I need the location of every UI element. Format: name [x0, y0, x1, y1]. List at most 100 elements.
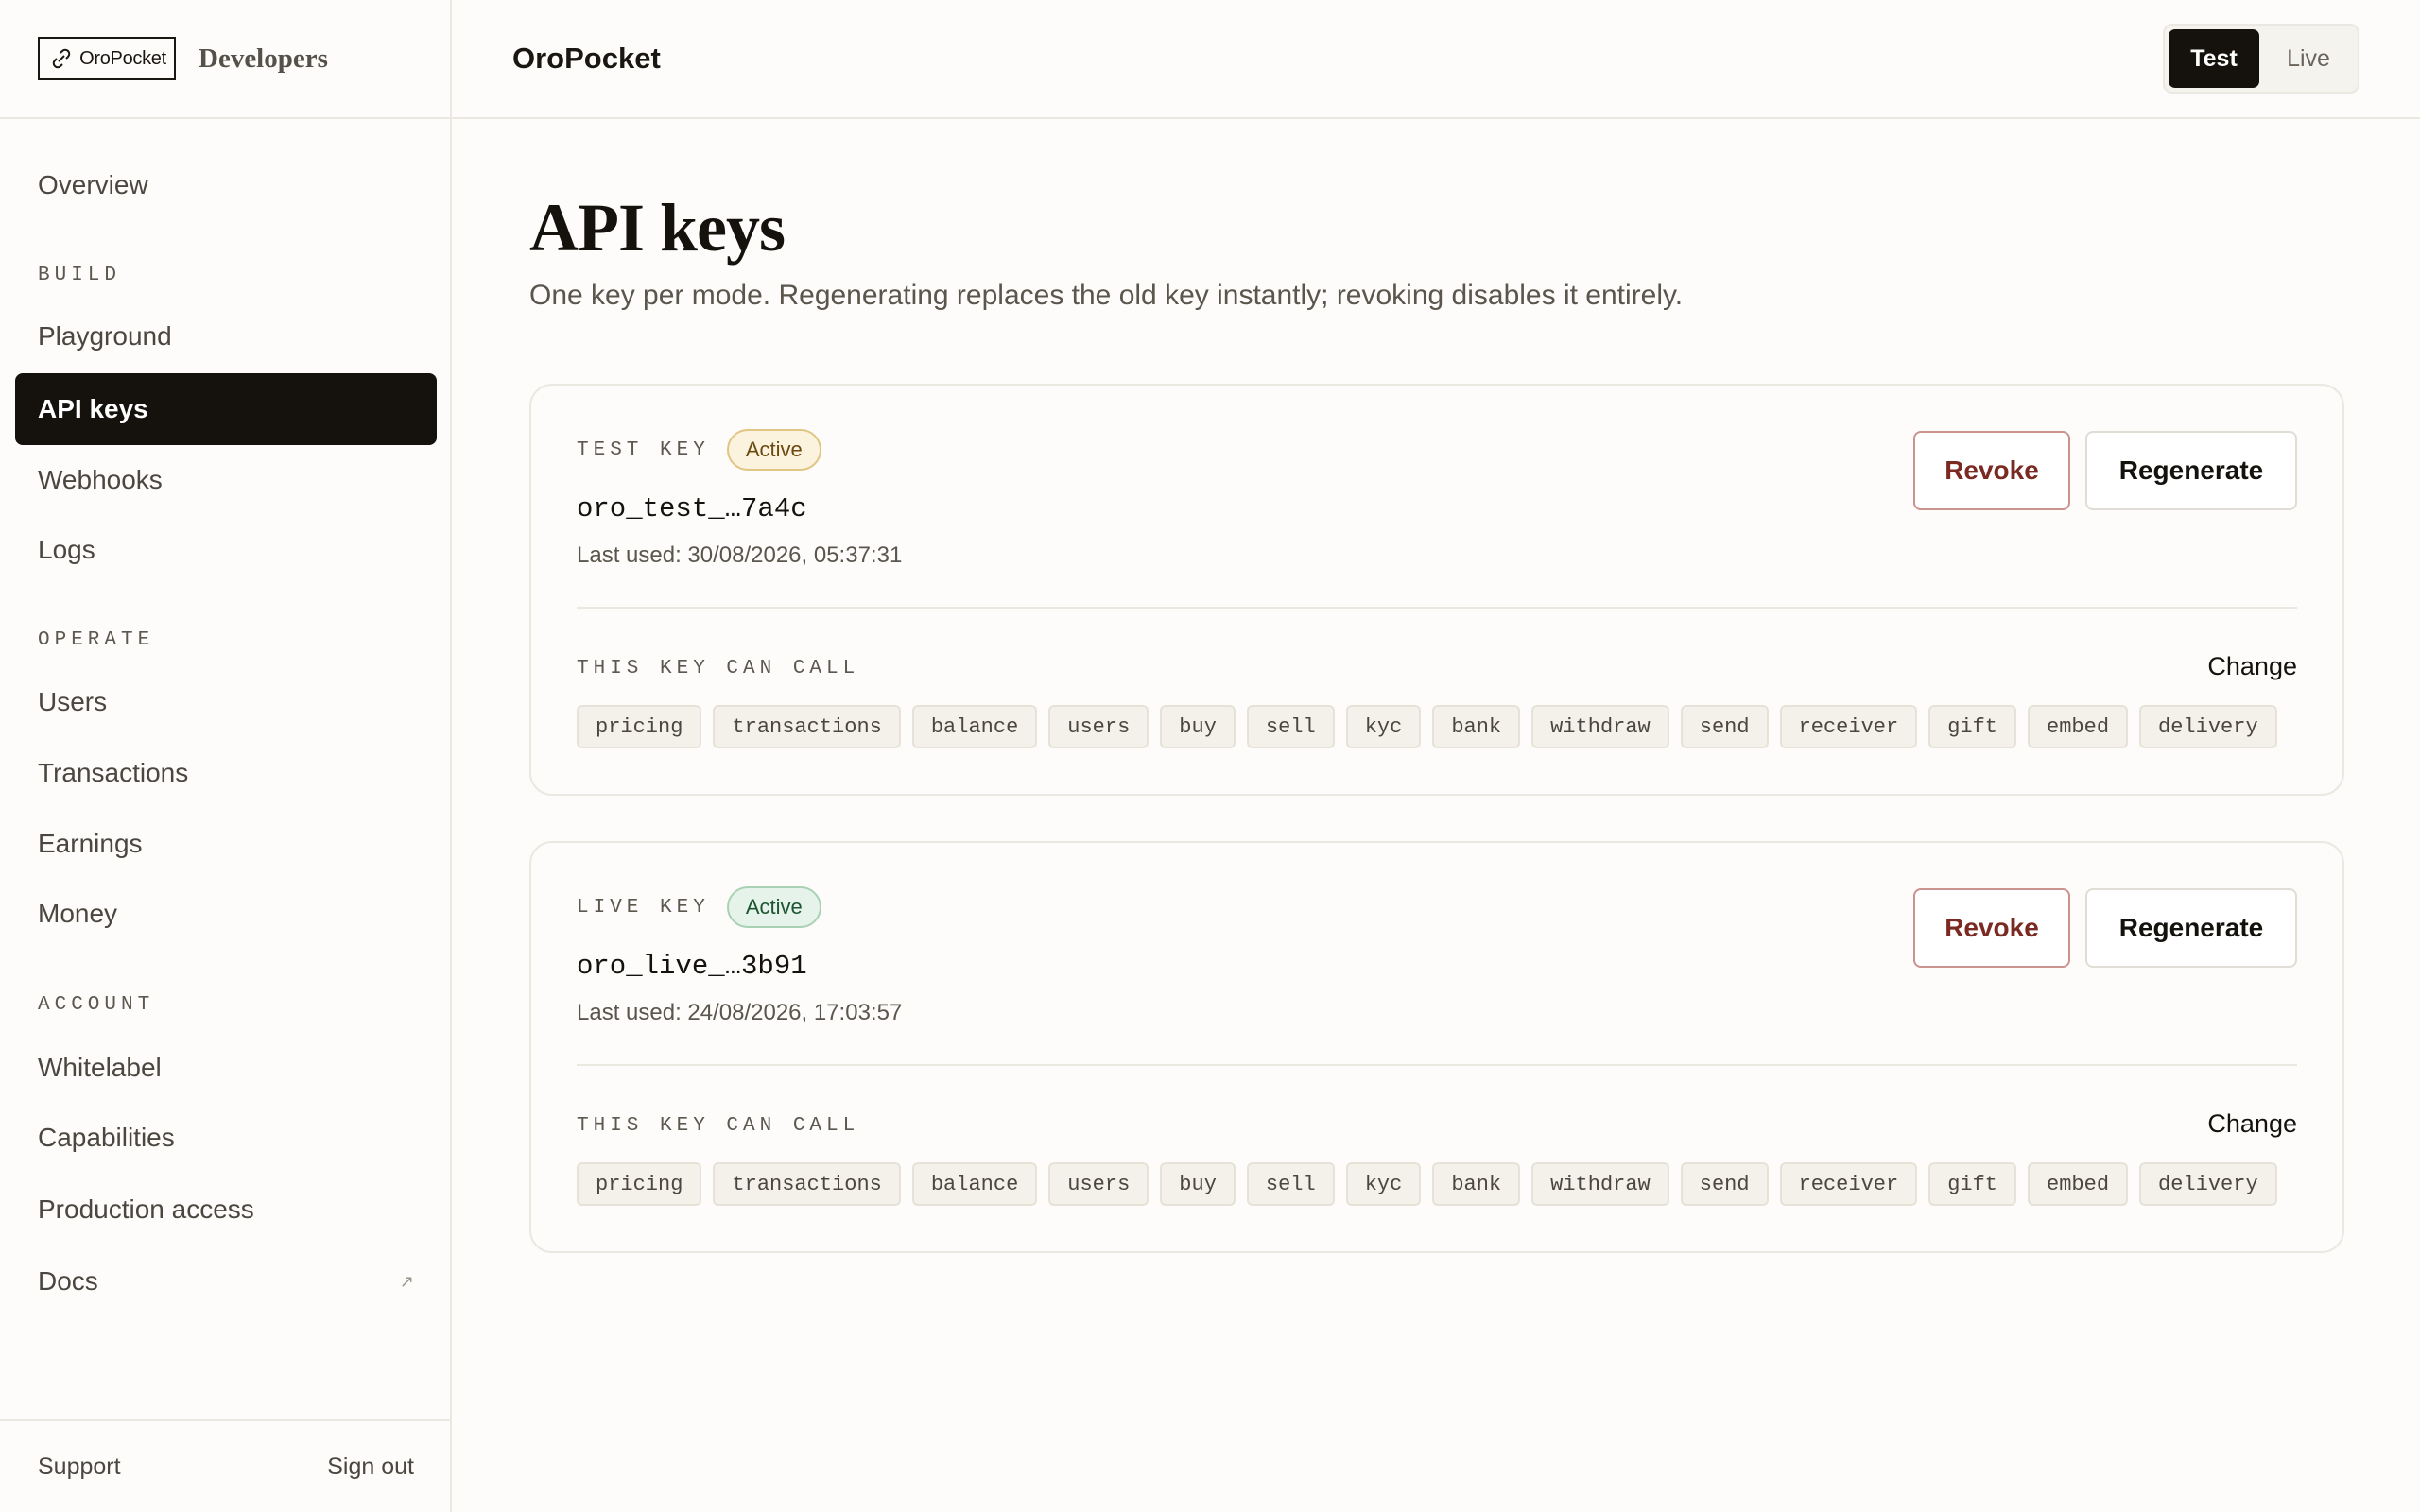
top-bar: OroPocket Test Live	[452, 0, 2420, 119]
sidebar-item-transactions[interactable]: Transactions	[15, 737, 437, 809]
sidebar-item-api-keys[interactable]: API keys	[15, 373, 437, 445]
mode-toggle: Test Live	[2163, 24, 2360, 94]
scope-chip: bank	[1432, 705, 1521, 748]
scope-chip: delivery	[2139, 1162, 2277, 1206]
page-title: API keys	[529, 190, 786, 266]
link-chain-icon	[52, 48, 71, 69]
scope-chip: embed	[2028, 705, 2129, 748]
section-label-operate: OPERATE	[38, 629, 155, 651]
sidebar-item-label: Money	[38, 899, 118, 928]
sidebar-footer: Support Sign out	[0, 1419, 452, 1512]
sidebar-item-production-access[interactable]: Production access	[15, 1174, 437, 1246]
sidebar-item-label: Production access	[38, 1194, 254, 1224]
sidebar-item-label: Transactions	[38, 758, 189, 787]
sidebar-item-capabilities[interactable]: Capabilities	[15, 1102, 437, 1174]
external-link-icon: ↗	[399, 1271, 414, 1291]
divider	[577, 607, 2297, 609]
sidebar-item-docs[interactable]: Docs ↗	[15, 1246, 437, 1317]
scope-chip: transactions	[713, 705, 901, 748]
sidebar-item-label: Whitelabel	[38, 1053, 162, 1082]
key-actions: Revoke Regenerate	[1913, 888, 2297, 968]
scope-chip: kyc	[1345, 705, 1422, 748]
sidebar-item-label: Overview	[38, 170, 148, 199]
sidebar-item-users[interactable]: Users	[15, 666, 437, 738]
revoke-button[interactable]: Revoke	[1913, 431, 2070, 510]
sidebar-item-label: Playground	[38, 321, 172, 351]
scope-chip: send	[1680, 1162, 1769, 1206]
key-actions: Revoke Regenerate	[1913, 431, 2297, 510]
logo-text: OroPocket	[79, 47, 166, 69]
scope-chip: buy	[1160, 705, 1236, 748]
scope-chip: sell	[1246, 705, 1335, 748]
last-used: Last used: 30/08/2026, 05:37:31	[577, 542, 903, 568]
sidebar-item-label: Webhooks	[38, 465, 163, 494]
last-used: Last used: 24/08/2026, 17:03:57	[577, 1000, 903, 1025]
brand-subtitle: Developers	[199, 43, 328, 74]
divider	[577, 1064, 2297, 1066]
revoke-button[interactable]: Revoke	[1913, 888, 2070, 968]
regenerate-button[interactable]: Regenerate	[2085, 888, 2297, 968]
scopes-label: THIS KEY CAN CALL	[577, 658, 860, 679]
status-badge: Active	[726, 429, 821, 471]
scope-chip: withdraw	[1531, 705, 1669, 748]
key-label: TEST KEY	[577, 438, 710, 461]
scope-chip: withdraw	[1531, 1162, 1669, 1206]
change-scopes-link[interactable]: Change	[2207, 1109, 2297, 1139]
scope-chip: buy	[1160, 1162, 1236, 1206]
section-label-account: ACCOUNT	[38, 994, 155, 1016]
sidebar-item-label: Logs	[38, 535, 95, 564]
scope-chip: pricing	[577, 705, 702, 748]
scope-chip: gift	[1928, 705, 2017, 748]
sidebar-item-label: Users	[38, 687, 108, 716]
logo[interactable]: OroPocket	[38, 37, 176, 80]
key-label-row: LIVE KEY Active	[577, 886, 821, 928]
scope-chip: delivery	[2139, 705, 2277, 748]
sidebar-item-label: Docs	[38, 1266, 98, 1296]
scope-chip: send	[1680, 705, 1769, 748]
change-scopes-link[interactable]: Change	[2207, 652, 2297, 681]
brand-header: OroPocket Developers	[0, 0, 450, 119]
scope-chip: pricing	[577, 1162, 702, 1206]
sidebar-item-whitelabel[interactable]: Whitelabel	[15, 1032, 437, 1104]
sidebar-item-overview[interactable]: Overview	[15, 149, 437, 221]
scope-chip: receiver	[1779, 705, 1918, 748]
status-badge: Active	[726, 886, 821, 928]
scope-chip: kyc	[1345, 1162, 1422, 1206]
key-label: LIVE KEY	[577, 896, 710, 919]
scope-chips: pricing transactions balance users buy s…	[577, 705, 2277, 748]
scope-chip: embed	[2028, 1162, 2129, 1206]
sidebar-item-label: Capabilities	[38, 1123, 175, 1152]
sign-out-link[interactable]: Sign out	[327, 1453, 414, 1481]
sidebar-item-earnings[interactable]: Earnings	[15, 808, 437, 880]
sidebar-item-playground[interactable]: Playground	[15, 301, 437, 372]
sidebar-item-logs[interactable]: Logs	[15, 514, 437, 586]
sidebar-item-label: API keys	[38, 394, 148, 423]
live-key-card: LIVE KEY Active oro_live_…3b91 Last used…	[529, 841, 2344, 1253]
scope-chip: users	[1048, 1162, 1150, 1206]
scopes-label: THIS KEY CAN CALL	[577, 1115, 860, 1137]
scope-chip: receiver	[1779, 1162, 1918, 1206]
sidebar-item-money[interactable]: Money	[15, 878, 437, 950]
scope-chip: balance	[911, 705, 1038, 748]
sidebar-item-webhooks[interactable]: Webhooks	[15, 444, 437, 516]
key-value: oro_test_…7a4c	[577, 493, 807, 524]
page-subtitle: One key per mode. Regenerating replaces …	[529, 280, 1684, 311]
mode-live-button[interactable]: Live	[2263, 29, 2354, 88]
section-label-build: BUILD	[38, 265, 122, 286]
sidebar-item-label: Earnings	[38, 829, 143, 858]
mode-test-button[interactable]: Test	[2169, 29, 2259, 88]
org-title: OroPocket	[512, 42, 661, 75]
key-value: oro_live_…3b91	[577, 951, 807, 982]
scope-chip: transactions	[713, 1162, 901, 1206]
regenerate-button[interactable]: Regenerate	[2085, 431, 2297, 510]
test-key-card: TEST KEY Active oro_test_…7a4c Last used…	[529, 384, 2344, 796]
scope-chip: users	[1048, 705, 1150, 748]
key-label-row: TEST KEY Active	[577, 429, 821, 471]
scope-chip: balance	[911, 1162, 1038, 1206]
support-link[interactable]: Support	[38, 1453, 121, 1481]
scope-chip: gift	[1928, 1162, 2017, 1206]
scope-chip: bank	[1432, 1162, 1521, 1206]
scope-chip: sell	[1246, 1162, 1335, 1206]
sidebar: OroPocket Developers Overview BUILD Play…	[0, 0, 452, 1512]
scope-chips: pricing transactions balance users buy s…	[577, 1162, 2277, 1206]
